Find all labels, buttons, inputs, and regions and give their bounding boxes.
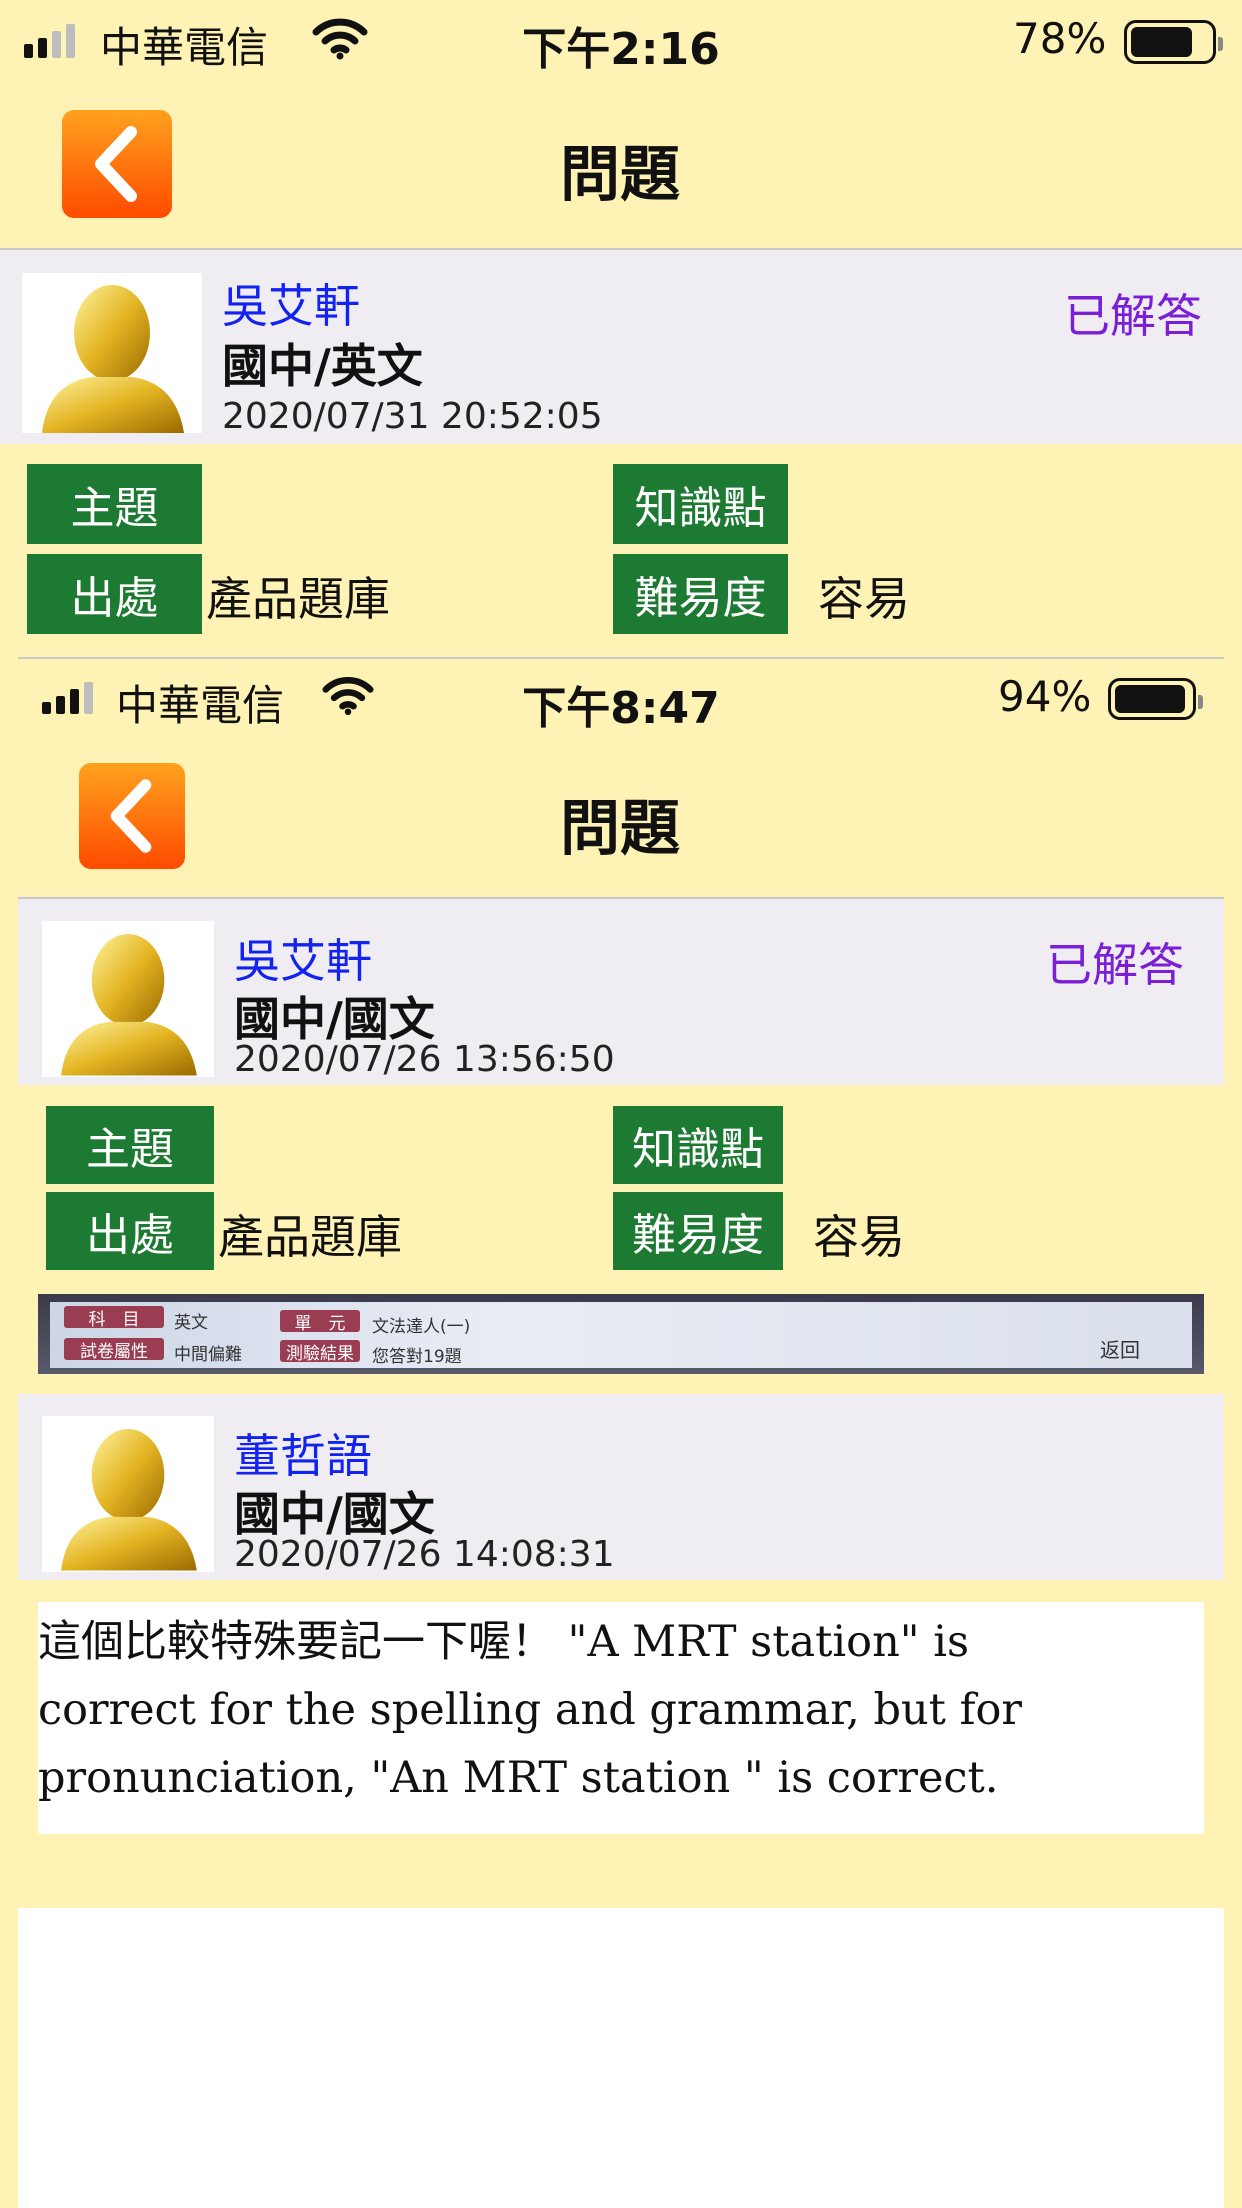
difficulty-tag: 難易度	[613, 1192, 783, 1270]
asker-name[interactable]: 吳艾軒	[222, 270, 360, 336]
image-back-label: 返回	[1100, 1338, 1140, 1362]
answer-body: 這個比較特殊要記一下喔！ "A MRT station" is correct …	[38, 1602, 1204, 1834]
answer-line-1: 這個比較特殊要記一下喔！ "A MRT station" is	[38, 1617, 970, 1667]
battery-percent: 78%	[1013, 14, 1107, 63]
knowledge-tag: 知識點	[613, 1106, 783, 1184]
topic-tag: 主題	[46, 1106, 214, 1184]
subject-label: 國中/英文	[222, 339, 423, 393]
answer-header[interactable]: 董哲語 國中/國文 2020/07/26 14:08:31	[18, 1394, 1224, 1580]
embedded-status-bar: 中華電信 下午8:47 94%	[18, 660, 1224, 740]
source-value: 產品題庫	[206, 572, 390, 626]
image-result-label: 測驗結果	[280, 1340, 360, 1364]
wifi-icon	[322, 677, 374, 716]
user-icon	[61, 934, 197, 1076]
difficulty-value: 容易	[818, 572, 910, 626]
battery-percent: 94%	[998, 672, 1092, 721]
question-image[interactable]: 科 目 英文 單 元 文法達人(一) 試卷屬性 中間偏難 測驗結果 您答對19題…	[38, 1294, 1204, 1374]
back-button[interactable]	[62, 110, 172, 218]
image-attr-label: 試卷屬性	[64, 1338, 164, 1362]
difficulty-tag: 難易度	[613, 554, 788, 634]
image-attr-value: 中間偏難	[174, 1345, 242, 1365]
difficulty-value: 容易	[813, 1210, 905, 1264]
signal-icon	[24, 22, 75, 58]
battery-icon	[1124, 20, 1223, 64]
clock: 下午8:47	[522, 683, 720, 734]
avatar	[22, 273, 202, 433]
embedded-page-title: 問題	[560, 794, 680, 864]
user-icon	[42, 285, 184, 433]
image-subject-value: 英文	[174, 1313, 208, 1333]
answerer-name[interactable]: 董哲語	[234, 1420, 372, 1486]
carrier-label: 中華電信	[116, 681, 285, 730]
wifi-icon	[312, 18, 368, 60]
image-unit-label: 單 元	[280, 1310, 360, 1334]
embedded-screenshot-top-border	[18, 657, 1224, 659]
reply-area[interactable]	[18, 1908, 1224, 2208]
question-header[interactable]: 吳艾軒 國中/英文 2020/07/31 20:52:05 已解答	[0, 250, 1242, 444]
topic-tag: 主題	[27, 464, 202, 544]
avatar	[42, 921, 214, 1077]
embedded-back-button	[79, 763, 185, 869]
image-result-value: 您答對19題	[372, 1347, 462, 1367]
timestamp: 2020/07/26 13:56:50	[234, 1039, 615, 1080]
status-bar: 中華電信 下午2:16 78%	[0, 0, 1242, 80]
source-value: 產品題庫	[218, 1210, 402, 1264]
signal-icon	[42, 680, 93, 714]
image-unit-value: 文法達人(一)	[372, 1317, 471, 1337]
answer-line-2: correct for the spelling and grammar, bu…	[38, 1685, 1022, 1735]
clock: 下午2:16	[522, 24, 720, 75]
status-badge: 已解答	[1064, 289, 1202, 343]
chevron-left-icon	[110, 779, 152, 853]
embedded-question-header: 吳艾軒 國中/國文 2020/07/26 13:56:50 已解答	[18, 899, 1224, 1085]
user-icon	[61, 1429, 197, 1571]
chevron-left-icon	[95, 126, 137, 202]
source-tag: 出處	[46, 1192, 214, 1270]
image-subject-label: 科 目	[64, 1306, 164, 1330]
page-title: 問題	[560, 140, 680, 210]
knowledge-tag: 知識點	[613, 464, 788, 544]
carrier-label: 中華電信	[100, 23, 269, 72]
source-tag: 出處	[27, 554, 202, 634]
battery-icon	[1108, 678, 1203, 720]
asker-name: 吳艾軒	[234, 934, 372, 988]
answer-line-3: pronunciation, "An MRT station " is corr…	[38, 1753, 999, 1803]
timestamp: 2020/07/31 20:52:05	[222, 396, 603, 437]
timestamp: 2020/07/26 14:08:31	[234, 1534, 615, 1575]
avatar	[42, 1416, 214, 1572]
status-badge: 已解答	[1046, 938, 1184, 992]
